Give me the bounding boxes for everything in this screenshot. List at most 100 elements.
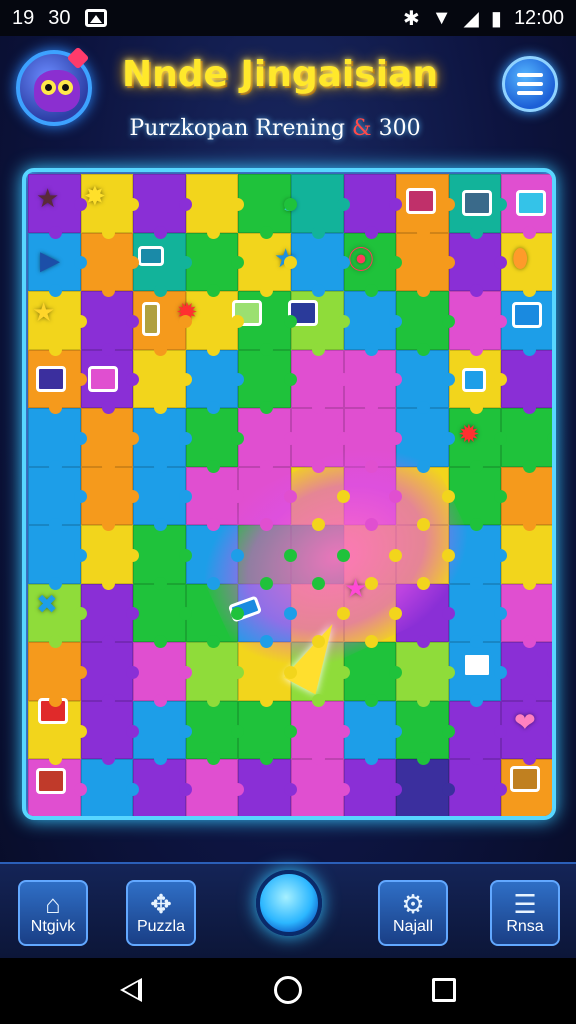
puzzle-piece[interactable] <box>80 525 139 590</box>
puzzle-piece[interactable] <box>448 583 507 648</box>
puzzle-piece[interactable] <box>343 349 402 414</box>
puzzle-piece[interactable] <box>448 759 507 816</box>
puzzle-piece[interactable] <box>396 700 455 765</box>
gift-icon[interactable] <box>88 366 118 392</box>
puzzle-piece[interactable] <box>133 174 192 239</box>
avatar-button[interactable] <box>16 46 92 126</box>
puzzle-piece[interactable] <box>133 466 192 531</box>
puzzle-piece[interactable] <box>238 642 297 707</box>
puzzle-piece[interactable] <box>28 466 87 531</box>
puzzle-piece[interactable] <box>28 642 87 707</box>
puzzle-piece[interactable] <box>238 349 297 414</box>
puzzle-piece[interactable] <box>185 466 244 531</box>
puzzle-piece[interactable] <box>28 408 87 473</box>
puzzle-piece[interactable] <box>185 525 244 590</box>
center-action-button[interactable] <box>256 870 322 936</box>
puzzle-piece[interactable] <box>185 408 244 473</box>
puzzle-piece[interactable] <box>133 408 192 473</box>
puzzle-piece[interactable] <box>290 408 350 473</box>
puzzle-piece[interactable] <box>343 759 402 816</box>
gift-icon[interactable] <box>512 302 542 328</box>
puzzle-piece[interactable] <box>290 759 350 816</box>
puzzle-piece[interactable] <box>185 700 244 765</box>
back-icon[interactable] <box>120 978 142 1002</box>
puzzle-piece[interactable] <box>343 642 402 707</box>
crate-icon[interactable] <box>510 766 540 792</box>
candy-icon[interactable]: ⦿ <box>348 248 374 274</box>
puzzle-piece[interactable] <box>185 583 244 648</box>
puzzle-piece[interactable] <box>448 291 507 356</box>
recent-apps-icon[interactable] <box>432 978 456 1002</box>
puzzle-piece[interactable] <box>343 408 402 473</box>
puzzle-piece[interactable] <box>80 232 139 297</box>
puzzle-piece[interactable] <box>396 466 455 531</box>
puzzle-piece[interactable] <box>501 466 552 531</box>
puzzle-piece[interactable] <box>80 291 139 356</box>
star-icon[interactable]: ★ <box>32 300 55 326</box>
jar-icon[interactable] <box>516 190 546 216</box>
puzzle-piece[interactable] <box>501 408 552 473</box>
puzzle-piece[interactable] <box>238 466 297 531</box>
puzzle-piece[interactable] <box>238 700 297 765</box>
puzzle-piece[interactable] <box>343 174 402 239</box>
gem-box-icon[interactable] <box>36 366 66 392</box>
star-icon[interactable]: ★ <box>36 186 59 212</box>
puzzle-piece[interactable] <box>80 759 139 816</box>
puzzle-piece[interactable] <box>396 759 455 816</box>
puzzle-piece[interactable] <box>133 642 192 707</box>
robot-icon[interactable] <box>138 246 164 266</box>
puzzle-piece[interactable] <box>396 642 455 707</box>
puzzle-piece[interactable] <box>501 349 552 414</box>
puzzle-piece[interactable] <box>185 759 244 816</box>
heart-icon[interactable]: ❤ <box>514 710 536 736</box>
puzzle-piece[interactable] <box>501 583 552 648</box>
menu-button[interactable] <box>502 56 558 112</box>
play-icon[interactable]: ▶ <box>40 248 60 274</box>
puzzle-piece[interactable] <box>448 232 507 297</box>
puzzle-piece[interactable] <box>290 349 350 414</box>
puzzle-piece[interactable] <box>396 408 455 473</box>
puzzle-piece[interactable] <box>290 700 350 765</box>
puzzle-piece[interactable] <box>396 232 455 297</box>
puzzle-piece[interactable] <box>396 525 455 590</box>
crate-icon[interactable] <box>36 768 66 794</box>
puzzle-piece[interactable] <box>238 232 297 297</box>
puzzle-piece[interactable] <box>133 759 192 816</box>
cross-icon[interactable]: ✖ <box>36 592 58 618</box>
truck-icon[interactable] <box>462 652 492 678</box>
puzzle-piece[interactable] <box>290 232 350 297</box>
card-icon[interactable] <box>142 302 160 336</box>
puzzle-piece[interactable] <box>80 700 139 765</box>
crate-icon[interactable] <box>406 188 436 214</box>
puzzle-piece[interactable] <box>28 525 87 590</box>
puzzle-piece[interactable] <box>448 700 507 765</box>
monster-icon[interactable]: ✹ <box>458 422 480 448</box>
home-button[interactable]: ⌂ Ntgivk <box>18 880 88 946</box>
puzzle-piece[interactable] <box>80 408 139 473</box>
settings-button[interactable]: ⚙ Najall <box>378 880 448 946</box>
puzzle-piece[interactable] <box>238 525 297 590</box>
puzzle-piece[interactable] <box>80 466 139 531</box>
puzzle-piece[interactable] <box>185 349 244 414</box>
puzzle-piece[interactable] <box>290 466 350 531</box>
puzzle-piece[interactable] <box>501 525 552 590</box>
puzzle-piece[interactable] <box>238 408 297 473</box>
puzzle-piece[interactable] <box>133 525 192 590</box>
puzzle-piece[interactable] <box>80 642 139 707</box>
puzzle-piece[interactable] <box>396 349 455 414</box>
puzzle-piece[interactable] <box>396 291 455 356</box>
puzzle-board[interactable]: ★ ✸ ๑ ▶ ★ ⦿ ⬮ ★ ✹ ✹ ★ ✖ ❤ <box>22 168 556 820</box>
puzzle-button[interactable]: ✥ Puzzla <box>126 880 196 946</box>
star-icon[interactable]: ★ <box>344 576 367 602</box>
puzzle-piece[interactable] <box>185 232 244 297</box>
home-circle-icon[interactable] <box>274 976 302 1004</box>
puzzle-piece[interactable] <box>343 700 402 765</box>
puzzle-piece[interactable] <box>290 525 350 590</box>
puzzle-piece[interactable] <box>133 349 192 414</box>
puzzle-piece[interactable] <box>238 174 297 239</box>
puzzle-piece[interactable] <box>448 466 507 531</box>
cup-icon[interactable] <box>462 368 486 392</box>
puzzle-piece[interactable] <box>133 583 192 648</box>
box-icon[interactable] <box>462 190 492 216</box>
puzzle-piece[interactable] <box>185 174 244 239</box>
